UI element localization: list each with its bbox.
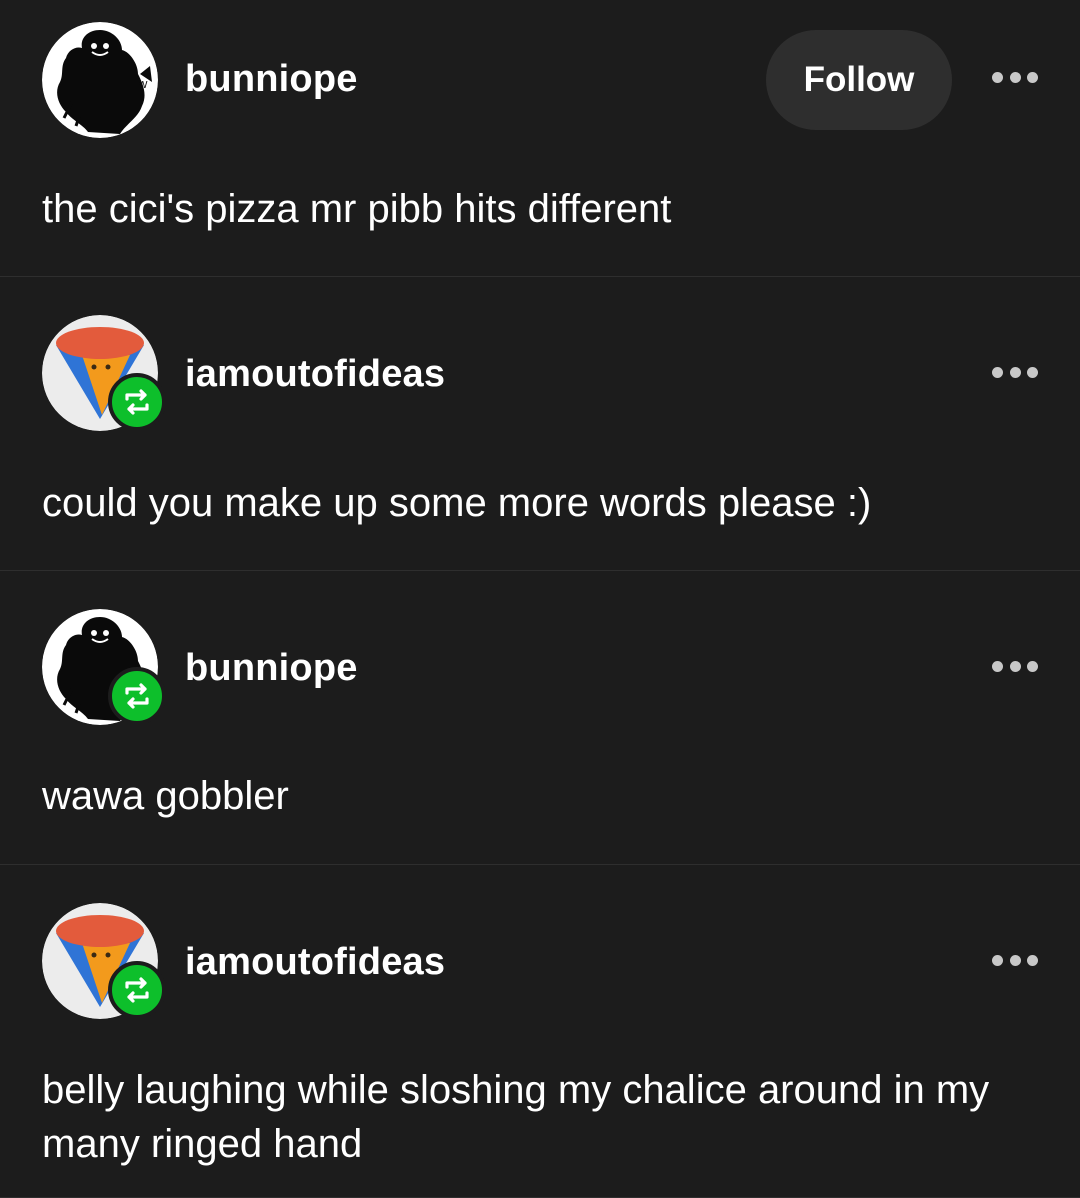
post-username[interactable]: iamoutofideas bbox=[185, 353, 445, 396]
reblog-badge bbox=[108, 667, 166, 725]
post-text: belly laughing while sloshing my chalice… bbox=[42, 1068, 990, 1166]
post-username[interactable]: bunniope bbox=[185, 647, 358, 690]
svg-text:W: W bbox=[138, 80, 148, 91]
silhouette-avatar-icon: W bbox=[42, 22, 158, 138]
post-username[interactable]: bunniope bbox=[185, 58, 358, 101]
reblog-badge bbox=[108, 961, 166, 1019]
more-options-icon[interactable] bbox=[992, 70, 1038, 84]
reblog-badge bbox=[108, 373, 166, 431]
avatar[interactable] bbox=[42, 903, 166, 1019]
post-card: W bunniope Follow the cici's pizza mr pi… bbox=[0, 0, 1080, 277]
more-options-icon[interactable] bbox=[992, 953, 1038, 967]
reblog-icon bbox=[125, 683, 149, 709]
avatar[interactable]: W bbox=[42, 22, 158, 138]
more-options-icon[interactable] bbox=[992, 365, 1038, 379]
post-card: iamoutofideas belly laughing while slosh… bbox=[0, 865, 1080, 1198]
post-card: bunniope wawa gobbler bbox=[0, 571, 1080, 865]
post-text: the cici's pizza mr pibb hits different bbox=[42, 187, 672, 231]
avatar[interactable] bbox=[42, 609, 166, 725]
reblog-icon bbox=[125, 977, 149, 1003]
reblog-icon bbox=[125, 389, 149, 415]
post-text: wawa gobbler bbox=[42, 774, 289, 818]
post-card: iamoutofideas could you make up some mor… bbox=[0, 277, 1080, 571]
follow-button[interactable]: Follow bbox=[766, 30, 952, 130]
avatar[interactable] bbox=[42, 315, 166, 431]
post-text: could you make up some more words please… bbox=[42, 481, 872, 525]
more-options-icon[interactable] bbox=[992, 659, 1038, 673]
post-username[interactable]: iamoutofideas bbox=[185, 941, 445, 984]
